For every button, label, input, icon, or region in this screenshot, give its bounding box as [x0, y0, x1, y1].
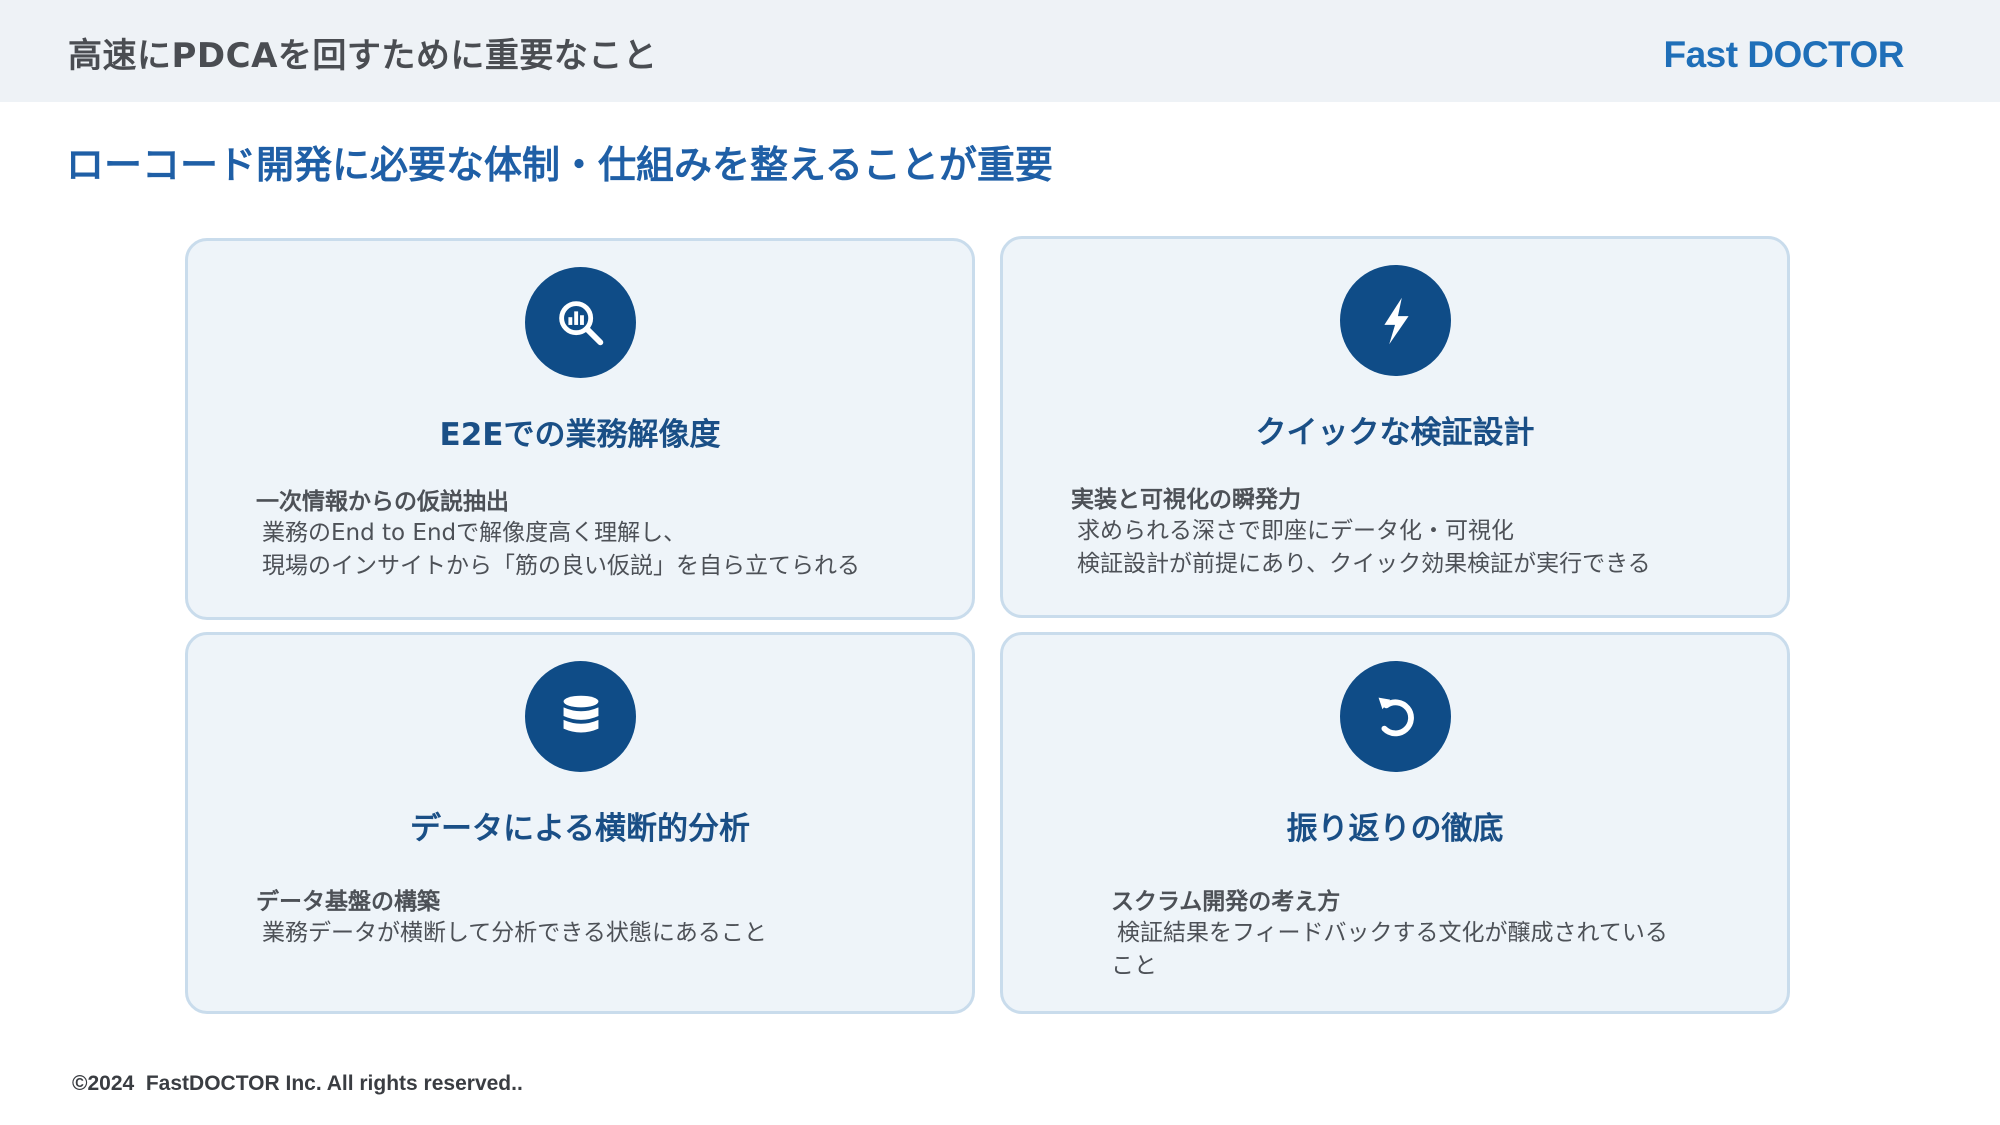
card-title: データによる横断的分析 — [409, 811, 751, 847]
card-body: データ基盤の構築 業務データが横断して分析できる状態にあること — [256, 887, 932, 950]
header-bar: 高速にPDCAを回すために重要なこと Fast DOCTOR — [0, 0, 2000, 102]
card-body-line: 業務のEnd to Endで解像度高く理解し、 — [262, 520, 687, 546]
card-retrospective: 振り返りの徹底 スクラム開発の考え方 検証結果をフィードバックする文化が醸成され… — [1000, 632, 1790, 1014]
card-title: 振り返りの徹底 — [1286, 811, 1504, 847]
lightning-bolt-icon — [1340, 265, 1451, 376]
card-body-line: こと — [1111, 953, 1157, 979]
copyright-footer: ©2024 FastDOCTOR Inc. All rights reserve… — [72, 1072, 523, 1095]
card-body-line: 検証結果をフィードバックする文化が醸成されている — [1117, 920, 1668, 946]
card-body-line: 業務データが横断して分析できる状態にあること — [262, 920, 767, 946]
card-body: 一次情報からの仮説抽出 業務のEnd to Endで解像度高く理解し、 現場のイ… — [256, 487, 932, 583]
database-icon — [525, 661, 636, 772]
card-body: 実装と可視化の瞬発力 求められる深さで即座にデータ化・可視化 検証設計が前提にあ… — [1071, 485, 1747, 581]
brand-logo: Fast DOCTOR — [1663, 34, 1904, 75]
card-data-analysis: データによる横断的分析 データ基盤の構築 業務データが横断して分析できる状態にあ… — [185, 632, 975, 1014]
card-body-heading: 一次情報からの仮説抽出 — [256, 489, 509, 515]
slide-subtitle: ローコード開発に必要な体制・仕組みを整えることが重要 — [66, 143, 1053, 187]
card-body-heading: データ基盤の構築 — [256, 889, 440, 915]
card-body-line: 求められる深さで即座にデータ化・可視化 — [1077, 518, 1514, 544]
card-body-heading: 実装と可視化の瞬発力 — [1071, 487, 1301, 513]
card-title: クイックな検証設計 — [1255, 415, 1535, 451]
card-quick-verification: クイックな検証設計 実装と可視化の瞬発力 求められる深さで即座にデータ化・可視化… — [1000, 236, 1790, 618]
card-title: E2Eでの業務解像度 — [439, 417, 721, 453]
card-body-line: 検証設計が前提にあり、クイック効果検証が実行できる — [1077, 551, 1651, 577]
card-body: スクラム開発の考え方 検証結果をフィードバックする文化が醸成されている こと — [1111, 887, 1747, 983]
rotate-arrow-icon — [1340, 661, 1451, 772]
page-title: 高速にPDCAを回すために重要なこと — [68, 36, 658, 76]
card-body-line: 現場のインサイトから「筋の良い仮説」を自ら立てられる — [262, 553, 860, 579]
card-body-heading: スクラム開発の考え方 — [1111, 889, 1341, 915]
card-business-resolution: E2Eでの業務解像度 一次情報からの仮説抽出 業務のEnd to Endで解像度… — [185, 238, 975, 620]
chart-search-icon — [525, 267, 636, 378]
